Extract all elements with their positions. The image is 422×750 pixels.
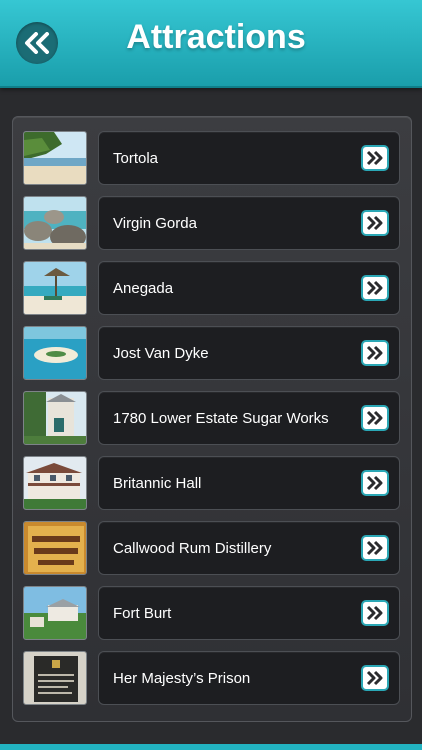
double-chevron-right-icon: [366, 605, 383, 621]
list-item[interactable]: Fort Burt: [23, 586, 401, 644]
list-item[interactable]: Her Majesty’s Prison: [23, 651, 401, 709]
thumbnail-image: [23, 131, 87, 185]
list-item-name-box[interactable]: Tortola: [98, 131, 400, 185]
list-item-name-box[interactable]: Anegada: [98, 261, 400, 315]
open-item-button[interactable]: [361, 210, 389, 236]
list-item-name-box[interactable]: Her Majesty’s Prison: [98, 651, 400, 705]
open-item-button[interactable]: [361, 275, 389, 301]
open-item-button[interactable]: [361, 665, 389, 691]
list-item-label: Tortola: [113, 150, 159, 167]
list-item[interactable]: 1780 Lower Estate Sugar Works: [23, 391, 401, 449]
double-chevron-right-icon: [366, 410, 383, 426]
list-item-name-box[interactable]: 1780 Lower Estate Sugar Works: [98, 391, 400, 445]
list-item-label: Britannic Hall: [113, 475, 202, 492]
thumbnail-image: [23, 261, 87, 315]
list-item-name-box[interactable]: Britannic Hall: [98, 456, 400, 510]
list-item-label: Jost Van Dyke: [113, 345, 209, 362]
thumbnail-image: [23, 521, 87, 575]
thumbnail-image: [23, 586, 87, 640]
thumbnail-image: [23, 326, 87, 380]
list-item[interactable]: Callwood Rum Distillery: [23, 521, 401, 579]
list-item[interactable]: Jost Van Dyke: [23, 326, 401, 384]
list-item-label: Callwood Rum Distillery: [113, 540, 272, 557]
double-chevron-right-icon: [366, 150, 383, 166]
double-chevron-right-icon: [366, 670, 383, 686]
header-bar: Attractions: [0, 0, 422, 88]
double-chevron-right-icon: [366, 540, 383, 556]
list-item[interactable]: Britannic Hall: [23, 456, 401, 514]
thumbnail-image: [23, 456, 87, 510]
open-item-button[interactable]: [361, 535, 389, 561]
thumbnail-image: [23, 651, 87, 705]
list-item-label: Anegada: [113, 280, 174, 297]
bottom-accent-bar: [0, 744, 422, 750]
open-item-button[interactable]: [361, 470, 389, 496]
list-item-label: Fort Burt: [113, 605, 172, 622]
attractions-list: Tortola Virgin Gorda Anegada Jost Van Dy…: [12, 116, 412, 722]
list-item-label: Her Majesty’s Prison: [113, 670, 251, 687]
list-item[interactable]: Tortola: [23, 131, 401, 189]
page-title: Attractions: [126, 18, 306, 56]
open-item-button[interactable]: [361, 145, 389, 171]
open-item-button[interactable]: [361, 405, 389, 431]
list-item[interactable]: Anegada: [23, 261, 401, 319]
list-item-label: Virgin Gorda: [113, 215, 197, 232]
double-chevron-right-icon: [366, 215, 383, 231]
double-chevron-right-icon: [366, 280, 383, 296]
open-item-button[interactable]: [361, 340, 389, 366]
open-item-button[interactable]: [361, 600, 389, 626]
list-item-name-box[interactable]: Callwood Rum Distillery: [98, 521, 400, 575]
list-item-name-box[interactable]: Fort Burt: [98, 586, 400, 640]
double-chevron-right-icon: [366, 475, 383, 491]
list-item-label: 1780 Lower Estate Sugar Works: [113, 410, 329, 427]
list-item[interactable]: Virgin Gorda: [23, 196, 401, 254]
list-item-name-box[interactable]: Jost Van Dyke: [98, 326, 400, 380]
list-item-name-box[interactable]: Virgin Gorda: [98, 196, 400, 250]
double-chevron-right-icon: [366, 345, 383, 361]
thumbnail-image: [23, 391, 87, 445]
thumbnail-image: [23, 196, 87, 250]
